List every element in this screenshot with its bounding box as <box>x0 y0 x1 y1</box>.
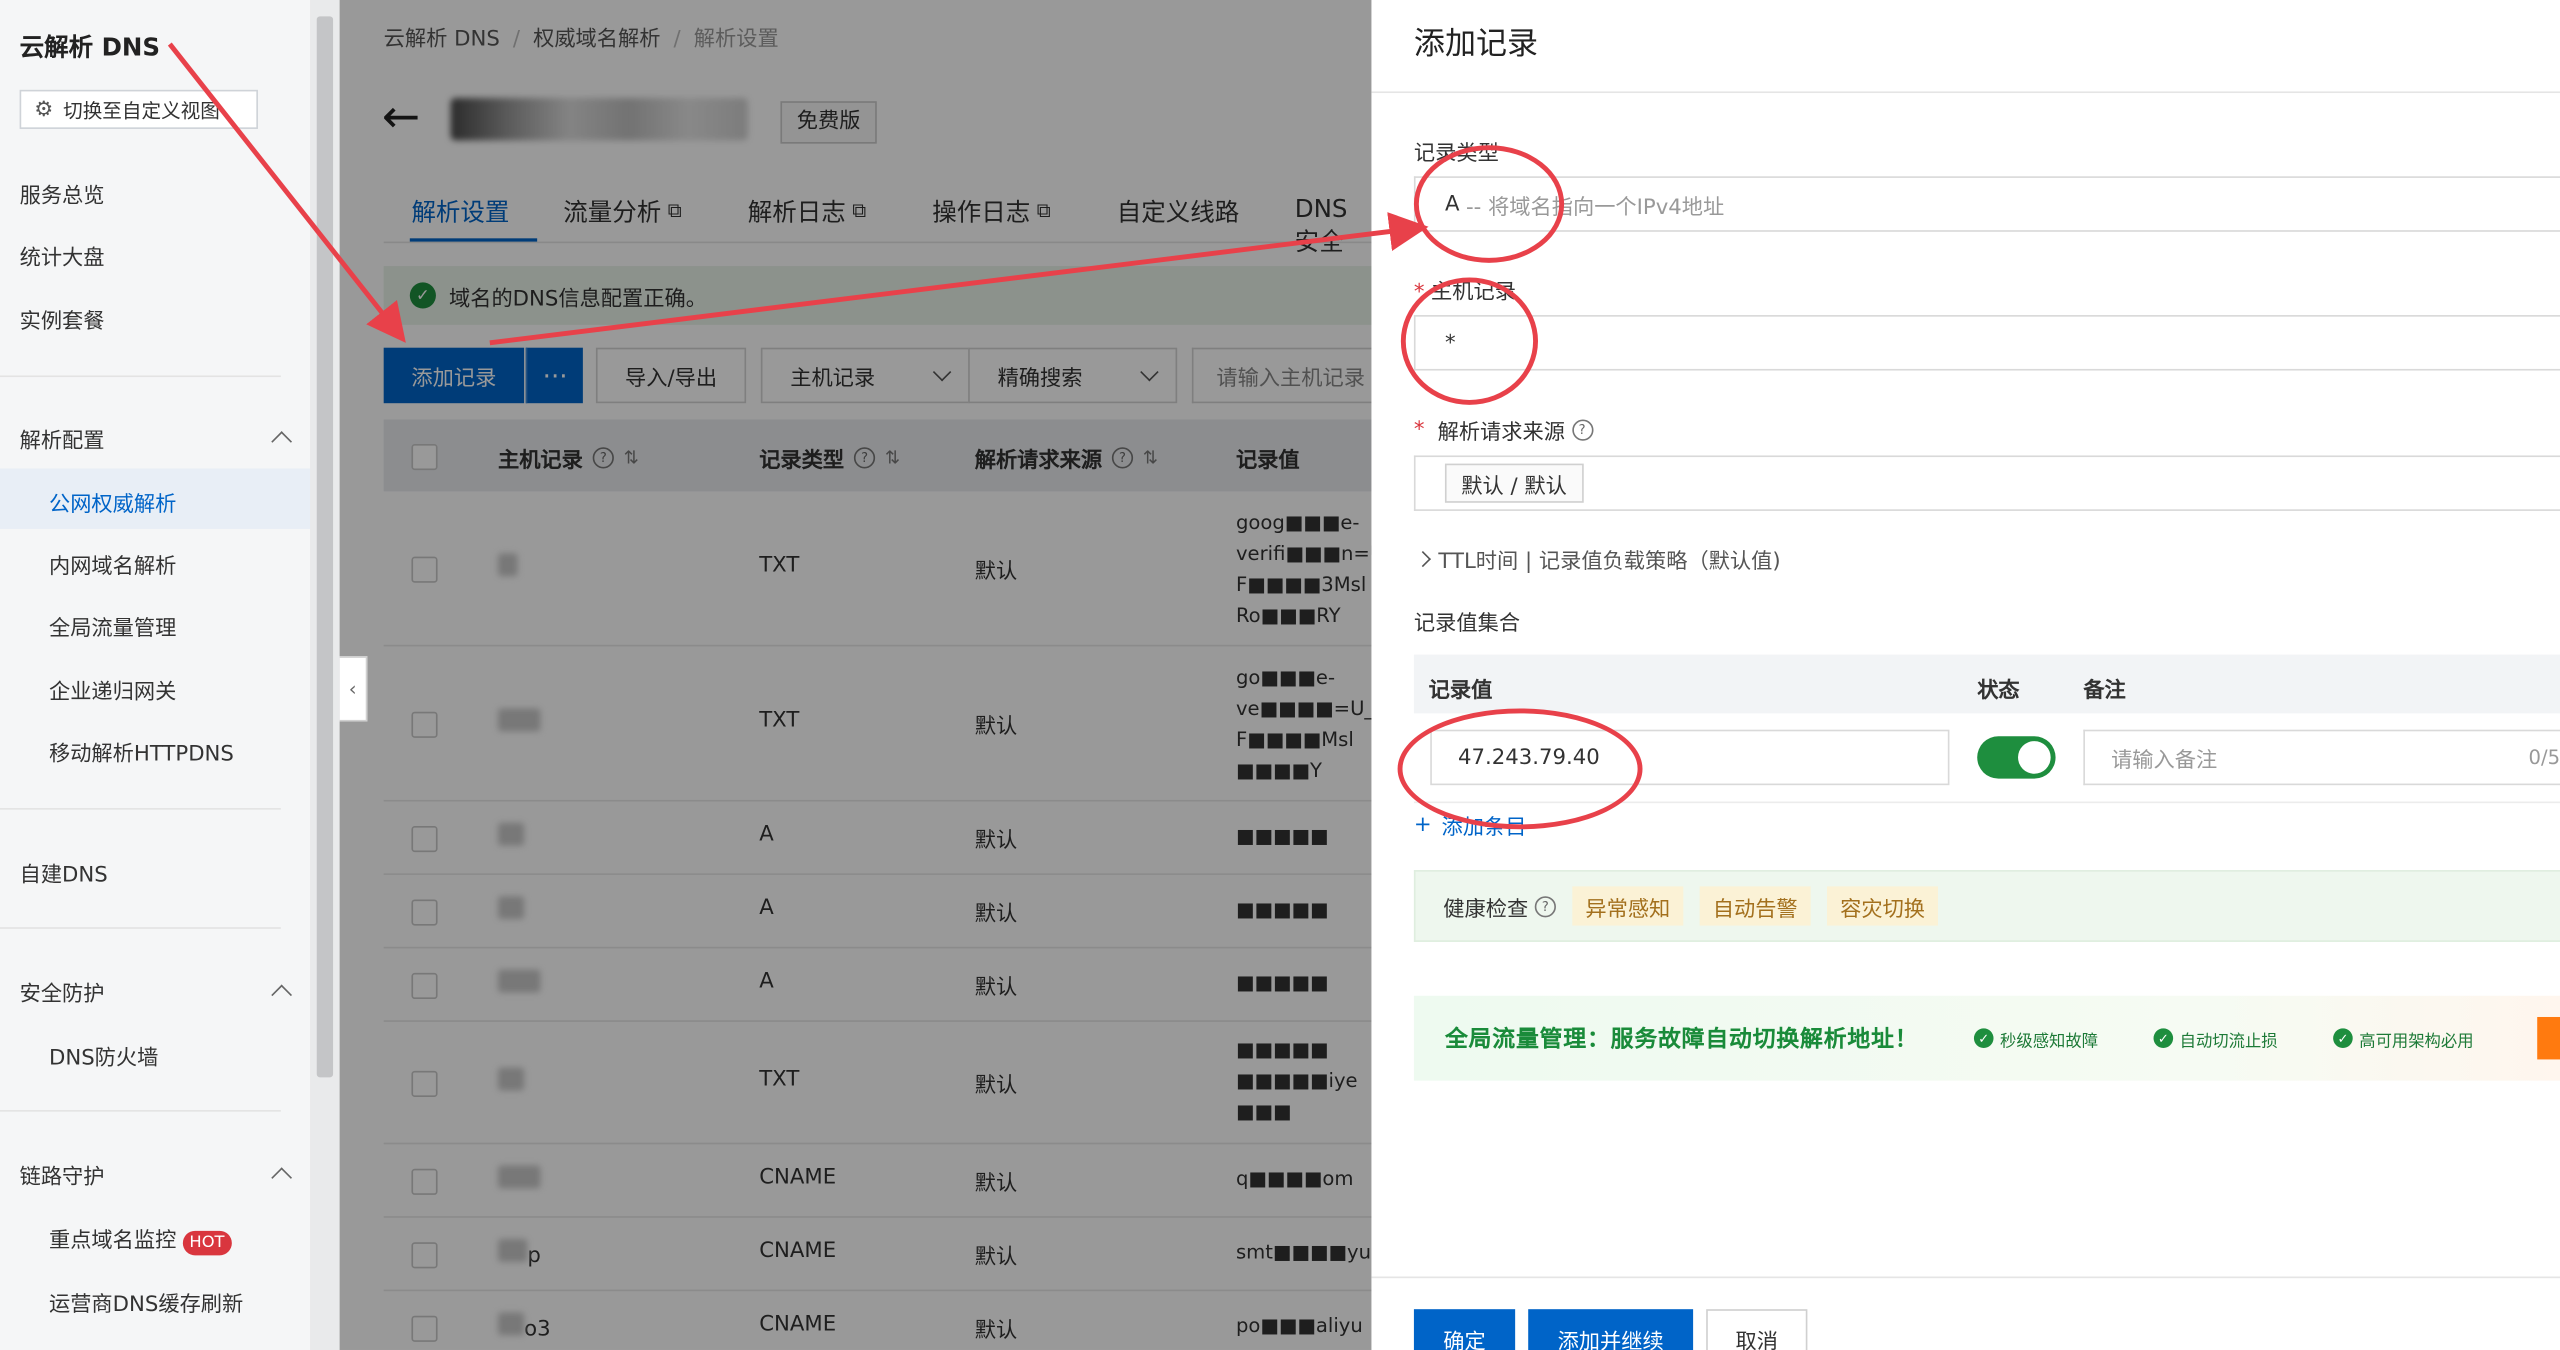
sidebar-item-gtm[interactable]: 全局流量管理 <box>49 611 176 641</box>
promo-title: 全局流量管理：服务故障自动切换解析地址！ <box>1444 1026 1919 1053</box>
chevron-right-icon <box>1414 551 1431 568</box>
ttl-expander[interactable]: TTL时间 | 记录值负载策略（默认值) <box>1414 544 1781 575</box>
annotation-circle-record-type <box>1413 145 1565 263</box>
sidebar-item-dns-firewall[interactable]: DNS防火墙 <box>49 1040 158 1070</box>
health-tag[interactable]: 自动告警 <box>1699 886 1811 926</box>
label-text: 解析请求来源 <box>1437 421 1565 446</box>
promo-cta-button[interactable] <box>2537 1016 2560 1060</box>
status-toggle[interactable] <box>1977 736 2056 779</box>
chevron-up-icon <box>271 1167 293 1189</box>
sidebar-section-label: 解析配置 <box>19 429 105 454</box>
annotation-circle-record-value <box>1397 708 1643 830</box>
chevron-up-icon <box>271 431 293 452</box>
sidebar-divider <box>0 375 281 378</box>
switch-view-button[interactable]: ⚙ 切换至自定义视图 <box>19 89 258 129</box>
record-set-header: 记录值 状态 备注 <box>1413 654 2560 714</box>
sidebar-item-public-authoritative[interactable]: 公网权威解析 <box>49 486 176 517</box>
col-note: 备注 <box>2083 679 2126 704</box>
col-value: 记录值 <box>1428 679 1493 704</box>
ttl-text: TTL时间 | 记录值负载策略（默认值) <box>1438 550 1781 575</box>
promo-chip: ✓ 自动切流止损 <box>2153 1026 2278 1051</box>
source-tag[interactable]: 默认 / 默认 <box>1444 463 1584 503</box>
hot-badge: HOT <box>182 1230 232 1256</box>
promo-chip: ✓ 秒级感知故障 <box>1973 1026 2099 1051</box>
host-record-input[interactable]: * <box>1413 315 2560 371</box>
sidebar-item-stats[interactable]: 统计大盘 <box>20 240 105 270</box>
sidebar-scrollbar-thumb[interactable] <box>316 16 334 1078</box>
sidebar-item-isp-cache-refresh[interactable]: 运营商DNS缓存刷新 <box>49 1286 243 1317</box>
record-set-label: 记录值集合 <box>1413 612 1521 637</box>
sidebar-item-label: 重点域名监控 <box>48 1229 177 1254</box>
sidebar-collapse-handle[interactable]: ‹ <box>339 656 368 722</box>
source-select[interactable]: 默认 / 默认 <box>1413 455 2560 511</box>
sidebar-item-httpdns[interactable]: 移动解析HTTPDNS <box>49 736 234 767</box>
sidebar-section-security[interactable]: 安全防护 <box>19 976 293 1008</box>
sidebar-item-private-resolution[interactable]: 内网域名解析 <box>49 548 176 579</box>
promo-chip: ✓ 高可用架构必用 <box>2333 1026 2474 1051</box>
note-input[interactable]: 请输入备注 0/5 <box>2083 729 2560 786</box>
sidebar-section-label: 链路守护 <box>19 1165 105 1191</box>
screen: 云解析 DNS ⚙ 切换至自定义视图 服务总览 统计大盘 实例套餐 解析配置 公… <box>0 0 2560 1350</box>
help-icon[interactable]: ? <box>1534 895 1556 917</box>
col-status: 状态 <box>1977 679 2020 704</box>
sidebar-item-key-domain-monitor[interactable]: 重点域名监控 HOT <box>48 1223 232 1256</box>
modal-backdrop[interactable] <box>339 0 1372 1350</box>
record-type-select[interactable]: A -- 将域名指向一个IPv4地址 <box>1413 176 2560 232</box>
sidebar-section-label: 安全防护 <box>19 982 105 1008</box>
app-logo: 云解析 DNS <box>19 32 161 63</box>
drawer-footer-divider <box>1371 1276 2560 1279</box>
health-tag[interactable]: 容灾切换 <box>1827 886 1939 926</box>
gtm-promo-banner[interactable]: 全局流量管理：服务故障自动切换解析地址！ ✓ 秒级感知故障 ✓ 自动切流止损 ✓ 高可… <box>1413 995 2560 1081</box>
health-check-bar: 健康检查 ? 异常感知 自动告警 容灾切换 <box>1413 870 2560 942</box>
note-char-count: 0/5 <box>2528 746 2560 769</box>
gear-icon: ⚙ <box>34 97 54 122</box>
help-icon[interactable]: ? <box>1571 419 1593 441</box>
promo-chip-text: 秒级感知故障 <box>2000 1032 2099 1051</box>
health-check-label: 健康检查 <box>1443 897 1529 922</box>
confirm-button[interactable]: 确定 <box>1413 1309 1516 1350</box>
sidebar-item-self-dns[interactable]: 自建DNS <box>20 857 108 888</box>
note-placeholder: 请输入备注 <box>2111 748 2218 773</box>
sidebar-item-instances[interactable]: 实例套餐 <box>20 304 105 334</box>
drawer-title: 添加记录 <box>1413 26 1539 63</box>
sidebar-item-overview[interactable]: 服务总览 <box>20 178 105 208</box>
switch-view-label: 切换至自定义视图 <box>63 98 220 122</box>
promo-chip-text: 高可用架构必用 <box>2359 1032 2474 1051</box>
sidebar-divider <box>0 1110 281 1112</box>
chevron-left-icon: ‹ <box>348 677 357 701</box>
toggle-knob <box>2018 741 2051 774</box>
promo-chip-text: 自动切流止损 <box>2179 1032 2278 1051</box>
drawer-divider <box>1371 91 2560 94</box>
check-circle-icon: ✓ <box>2153 1028 2174 1049</box>
sidebar-divider <box>0 808 281 810</box>
source-label: * 解析请求来源? <box>1414 415 1593 446</box>
sidebar-divider <box>0 927 281 929</box>
chevron-up-icon <box>271 984 293 1006</box>
health-tag[interactable]: 异常感知 <box>1572 886 1684 926</box>
sidebar-section-link-guard[interactable]: 链路守护 <box>19 1159 293 1191</box>
check-circle-icon: ✓ <box>1973 1028 1994 1049</box>
check-circle-icon: ✓ <box>2333 1028 2353 1049</box>
sidebar-item-recursive-gateway[interactable]: 企业递归网关 <box>49 674 176 705</box>
annotation-circle-host-record <box>1400 277 1539 405</box>
cancel-button[interactable]: 取消 <box>1706 1309 1808 1350</box>
plus-icon: + <box>1413 812 1432 838</box>
sidebar-section-resolution-config[interactable]: 解析配置 <box>19 423 293 454</box>
add-and-continue-button[interactable]: 添加并继续 <box>1528 1309 1694 1350</box>
